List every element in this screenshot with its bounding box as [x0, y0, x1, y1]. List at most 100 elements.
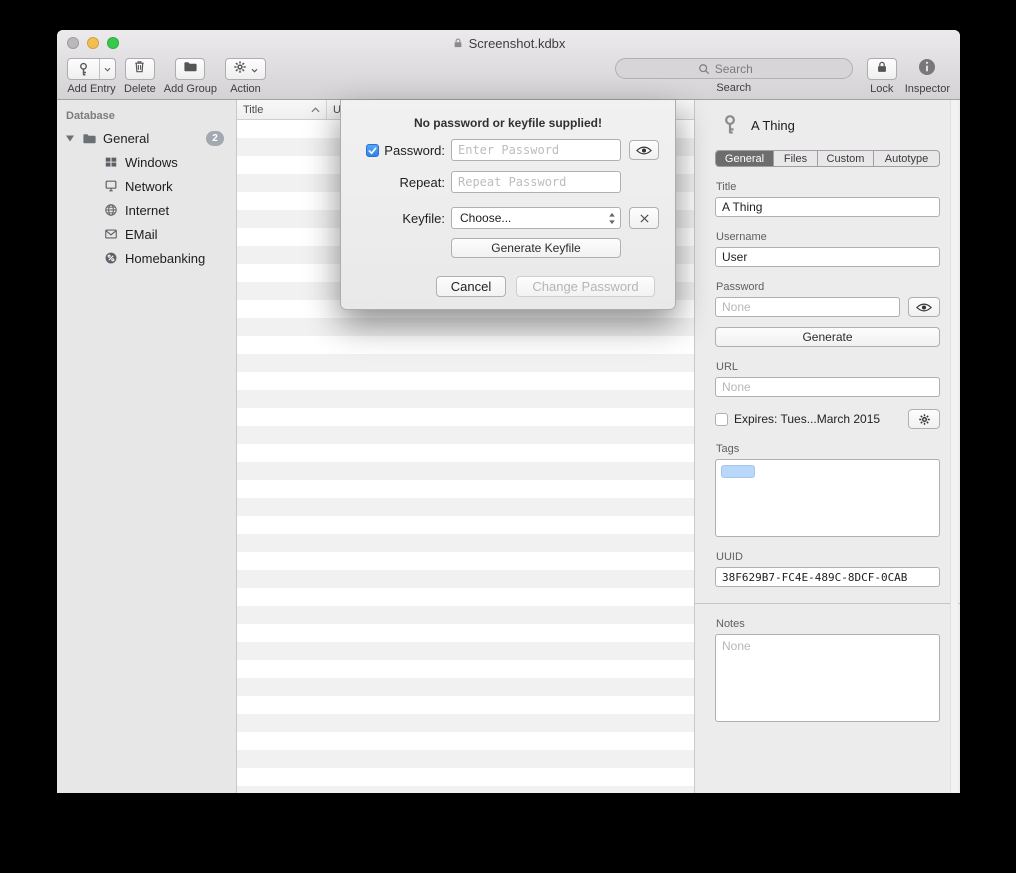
add-group-label: Add Group	[164, 83, 217, 95]
globe-icon	[103, 203, 119, 217]
action-tool: Action	[225, 58, 266, 95]
network-icon	[103, 179, 119, 193]
title-field[interactable]	[715, 197, 940, 217]
sidebar-item-homebanking[interactable]: Homebanking	[57, 246, 236, 270]
inspector-label: Inspector	[905, 83, 950, 95]
reveal-password-button[interactable]	[908, 297, 940, 317]
notes-field[interactable]	[715, 634, 940, 722]
tab-general[interactable]: General	[716, 151, 774, 166]
delete-tool: Delete	[124, 58, 156, 95]
add-entry-label: Add Entry	[67, 83, 115, 95]
repeat-password-field[interactable]	[451, 171, 621, 193]
key-icon	[68, 59, 99, 79]
disclosure-triangle-icon[interactable]	[65, 133, 75, 143]
window-title-wrap: Screenshot.kdbx	[57, 30, 960, 56]
chevron-down-icon	[104, 67, 111, 72]
title-field-label: Title	[716, 181, 940, 193]
chevron-down-icon	[251, 60, 258, 78]
document-lock-icon	[452, 37, 464, 49]
generate-keyfile-button[interactable]: Generate Keyfile	[451, 238, 621, 258]
enter-password-field[interactable]	[451, 139, 621, 161]
folder-icon	[81, 131, 97, 146]
sidebar-item-label: General	[103, 131, 149, 146]
search-label: Search	[716, 82, 751, 94]
password-field[interactable]	[715, 297, 900, 317]
eye-icon	[636, 145, 652, 156]
inspector-tabs: General Files Custom Autotype	[715, 150, 940, 167]
sidebar-item-general[interactable]: General 2	[57, 126, 236, 150]
sidebar-item-label: EMail	[125, 227, 158, 242]
reveal-password-button[interactable]	[629, 140, 659, 160]
titlebar[interactable]: Screenshot.kdbx	[57, 30, 960, 56]
x-icon	[639, 213, 650, 224]
sidebar-item-windows[interactable]: Windows	[57, 150, 236, 174]
inspector-tool: Inspector	[905, 58, 950, 95]
padlock-icon	[875, 60, 889, 79]
username-field-label: Username	[716, 231, 940, 243]
window-title: Screenshot.kdbx	[469, 36, 566, 51]
add-group-tool: Add Group	[164, 58, 217, 95]
keyfile-select[interactable]: Choose...	[451, 207, 621, 229]
action-button[interactable]	[225, 58, 266, 80]
toolbar: Add Entry Delete Add Group	[57, 56, 960, 100]
uuid-field[interactable]	[715, 567, 940, 587]
uuid-label: UUID	[716, 551, 940, 563]
delete-button[interactable]	[125, 58, 155, 80]
windows-icon	[103, 155, 119, 169]
keyfile-label: Keyfile:	[402, 211, 445, 226]
app-window: Screenshot.kdbx Add Entry	[57, 30, 960, 793]
url-field[interactable]	[715, 377, 940, 397]
generate-password-button[interactable]: Generate	[715, 327, 940, 347]
column-title-label: Title	[243, 104, 263, 116]
inspector-button[interactable]	[912, 58, 942, 80]
tab-files[interactable]: Files	[774, 151, 818, 166]
eye-icon	[916, 302, 932, 313]
password-label: Password:	[384, 143, 445, 158]
group-count-badge: 2	[206, 131, 224, 146]
expires-settings-button[interactable]	[908, 409, 940, 429]
tag-chip[interactable]	[721, 465, 755, 478]
sidebar-item-label: Network	[125, 179, 173, 194]
tab-custom[interactable]: Custom	[818, 151, 874, 166]
inspector-scrollbar[interactable]	[950, 100, 958, 793]
sidebar-item-internet[interactable]: Internet	[57, 198, 236, 222]
lock-tool: Lock	[867, 58, 897, 95]
change-password-dialog: No password or keyfile supplied! Passwor…	[340, 100, 676, 310]
key-icon	[719, 114, 741, 136]
tags-box[interactable]	[715, 459, 940, 537]
delete-label: Delete	[124, 83, 156, 95]
inspector-panel: A Thing General Files Custom Autotype Ti…	[695, 100, 960, 793]
action-label: Action	[230, 83, 261, 95]
trash-icon	[132, 59, 147, 79]
entry-title: A Thing	[751, 118, 795, 133]
lock-label: Lock	[870, 83, 893, 95]
column-header-title[interactable]: Title	[237, 100, 327, 119]
lock-button[interactable]	[867, 58, 897, 80]
sidebar-item-label: Internet	[125, 203, 169, 218]
password-checkbox[interactable]	[366, 144, 379, 157]
expires-row: Expires: Tues...March 2015	[715, 409, 940, 429]
change-password-button[interactable]: Change Password	[516, 276, 655, 297]
sidebar-section-header: Database	[57, 106, 236, 126]
sidebar-item-network[interactable]: Network	[57, 174, 236, 198]
sidebar-item-label: Homebanking	[125, 251, 205, 266]
password-row: Password:	[359, 138, 675, 162]
tab-autotype[interactable]: Autotype	[874, 151, 939, 166]
url-field-label: URL	[716, 361, 940, 373]
sidebar-item-label: Windows	[125, 155, 178, 170]
gear-icon	[918, 413, 931, 426]
expires-checkbox[interactable]	[715, 413, 728, 426]
add-entry-dropdown[interactable]	[99, 59, 115, 79]
clear-keyfile-button[interactable]	[629, 207, 659, 229]
cancel-button[interactable]: Cancel	[436, 276, 506, 297]
search-input[interactable]	[615, 58, 853, 79]
repeat-row: Repeat:	[359, 170, 675, 194]
keyfile-row: Keyfile: Choose...	[359, 206, 675, 230]
repeat-label: Repeat:	[399, 175, 445, 190]
entry-header: A Thing	[719, 110, 940, 140]
sidebar-item-email[interactable]: EMail	[57, 222, 236, 246]
window-chrome: Screenshot.kdbx Add Entry	[57, 30, 960, 100]
add-group-button[interactable]	[175, 58, 205, 80]
add-entry-button[interactable]	[67, 58, 116, 80]
username-field[interactable]	[715, 247, 940, 267]
